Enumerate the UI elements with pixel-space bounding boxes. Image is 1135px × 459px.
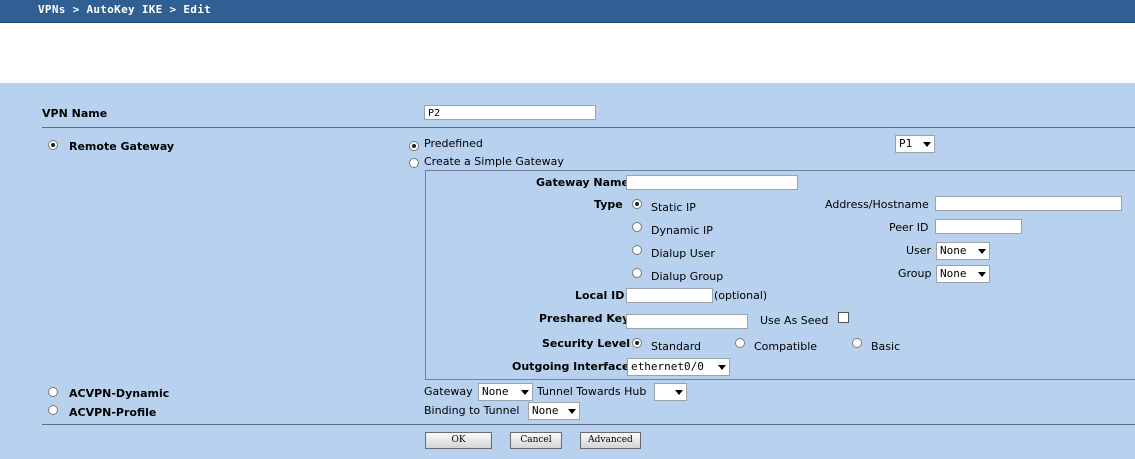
type-dialup-user-label: Dialup User (651, 247, 715, 260)
advanced-button[interactable]: Advanced (580, 432, 641, 449)
predefined-select-value: P1 (899, 137, 913, 150)
predefined-radio[interactable] (409, 141, 419, 151)
user-select[interactable]: None (936, 242, 990, 260)
predefined-label: Predefined (424, 137, 483, 150)
chevron-down-icon (718, 365, 726, 370)
local-id-input[interactable] (626, 288, 713, 303)
address-hostname-label: Address/Hostname (825, 198, 929, 211)
security-compatible-label: Compatible (754, 340, 818, 353)
type-dialup-user-radio[interactable] (632, 245, 642, 255)
type-dynamic-ip-radio[interactable] (632, 222, 642, 232)
chevron-down-icon (521, 390, 529, 395)
chevron-down-icon (978, 249, 986, 254)
simple-gateway-radio[interactable] (409, 158, 419, 168)
remote-gateway-radio[interactable] (48, 140, 58, 150)
preshared-key-label: Preshared Key (539, 312, 630, 325)
ok-button[interactable]: OK (425, 432, 492, 449)
user-label: User (906, 244, 932, 257)
security-compatible-radio[interactable] (735, 338, 745, 348)
binding-to-tunnel-select[interactable]: None (528, 402, 580, 420)
security-level-label: Security Level (542, 337, 631, 350)
chevron-down-icon (675, 390, 683, 395)
simple-gateway-label: Create a Simple Gateway (424, 155, 564, 168)
remote-gateway-label: Remote Gateway (69, 140, 175, 153)
peer-id-input[interactable] (935, 219, 1022, 234)
chevron-down-icon (923, 142, 931, 147)
type-label: Type (594, 198, 623, 211)
vpn-name-input[interactable]: P2 (424, 105, 596, 120)
tunnel-towards-hub-label: Tunnel Towards Hub (537, 385, 647, 398)
vpn-name-label: VPN Name (42, 107, 108, 120)
gateway-name-input[interactable] (626, 175, 798, 190)
divider-top (42, 127, 1135, 128)
outgoing-interface-label: Outgoing Interface (512, 360, 630, 373)
tunnel-towards-hub-select[interactable] (654, 383, 687, 401)
acvpn-dynamic-label: ACVPN-Dynamic (69, 387, 170, 400)
group-select[interactable]: None (936, 265, 990, 283)
acvpn-gateway-value: None (482, 385, 509, 398)
group-select-value: None (940, 267, 967, 280)
acvpn-dynamic-radio[interactable] (48, 387, 58, 397)
user-select-value: None (940, 244, 967, 257)
gateway-name-label: Gateway Name (536, 176, 629, 189)
security-standard-radio[interactable] (632, 338, 642, 348)
use-as-seed-checkbox[interactable] (838, 312, 849, 323)
breadcrumb: VPNs > AutoKey IKE > Edit (38, 3, 212, 16)
acvpn-profile-radio[interactable] (48, 405, 58, 415)
acvpn-gateway-select[interactable]: None (478, 383, 533, 401)
chevron-down-icon (568, 409, 576, 414)
binding-to-tunnel-value: None (532, 404, 559, 417)
type-dialup-group-radio[interactable] (632, 268, 642, 278)
group-label: Group (898, 267, 932, 280)
acvpn-gateway-label: Gateway (424, 385, 473, 398)
local-id-label: Local ID (575, 289, 625, 302)
title-bar: VPNs > AutoKey IKE > Edit (0, 0, 1135, 23)
predefined-select[interactable]: P1 (895, 135, 935, 153)
security-basic-label: Basic (871, 340, 901, 353)
type-dialup-group-label: Dialup Group (651, 270, 724, 283)
type-static-ip-label: Static IP (651, 201, 696, 214)
security-standard-label: Standard (651, 340, 702, 353)
security-basic-radio[interactable] (852, 338, 862, 348)
outgoing-interface-value: ethernet0/0 (631, 360, 704, 373)
type-static-ip-radio[interactable] (632, 199, 642, 209)
cancel-button[interactable]: Cancel (510, 432, 562, 449)
acvpn-profile-label: ACVPN-Profile (69, 406, 157, 419)
local-id-hint: (optional) (714, 289, 768, 302)
type-dynamic-ip-label: Dynamic IP (651, 224, 713, 237)
peer-id-label: Peer ID (889, 221, 929, 234)
preshared-key-input[interactable] (626, 314, 748, 329)
chevron-down-icon (978, 272, 986, 277)
use-as-seed-label: Use As Seed (760, 314, 829, 327)
binding-to-tunnel-label: Binding to Tunnel (424, 404, 520, 417)
address-hostname-input[interactable] (935, 196, 1122, 211)
divider-bottom (42, 424, 1135, 425)
outgoing-interface-select[interactable]: ethernet0/0 (627, 358, 730, 376)
